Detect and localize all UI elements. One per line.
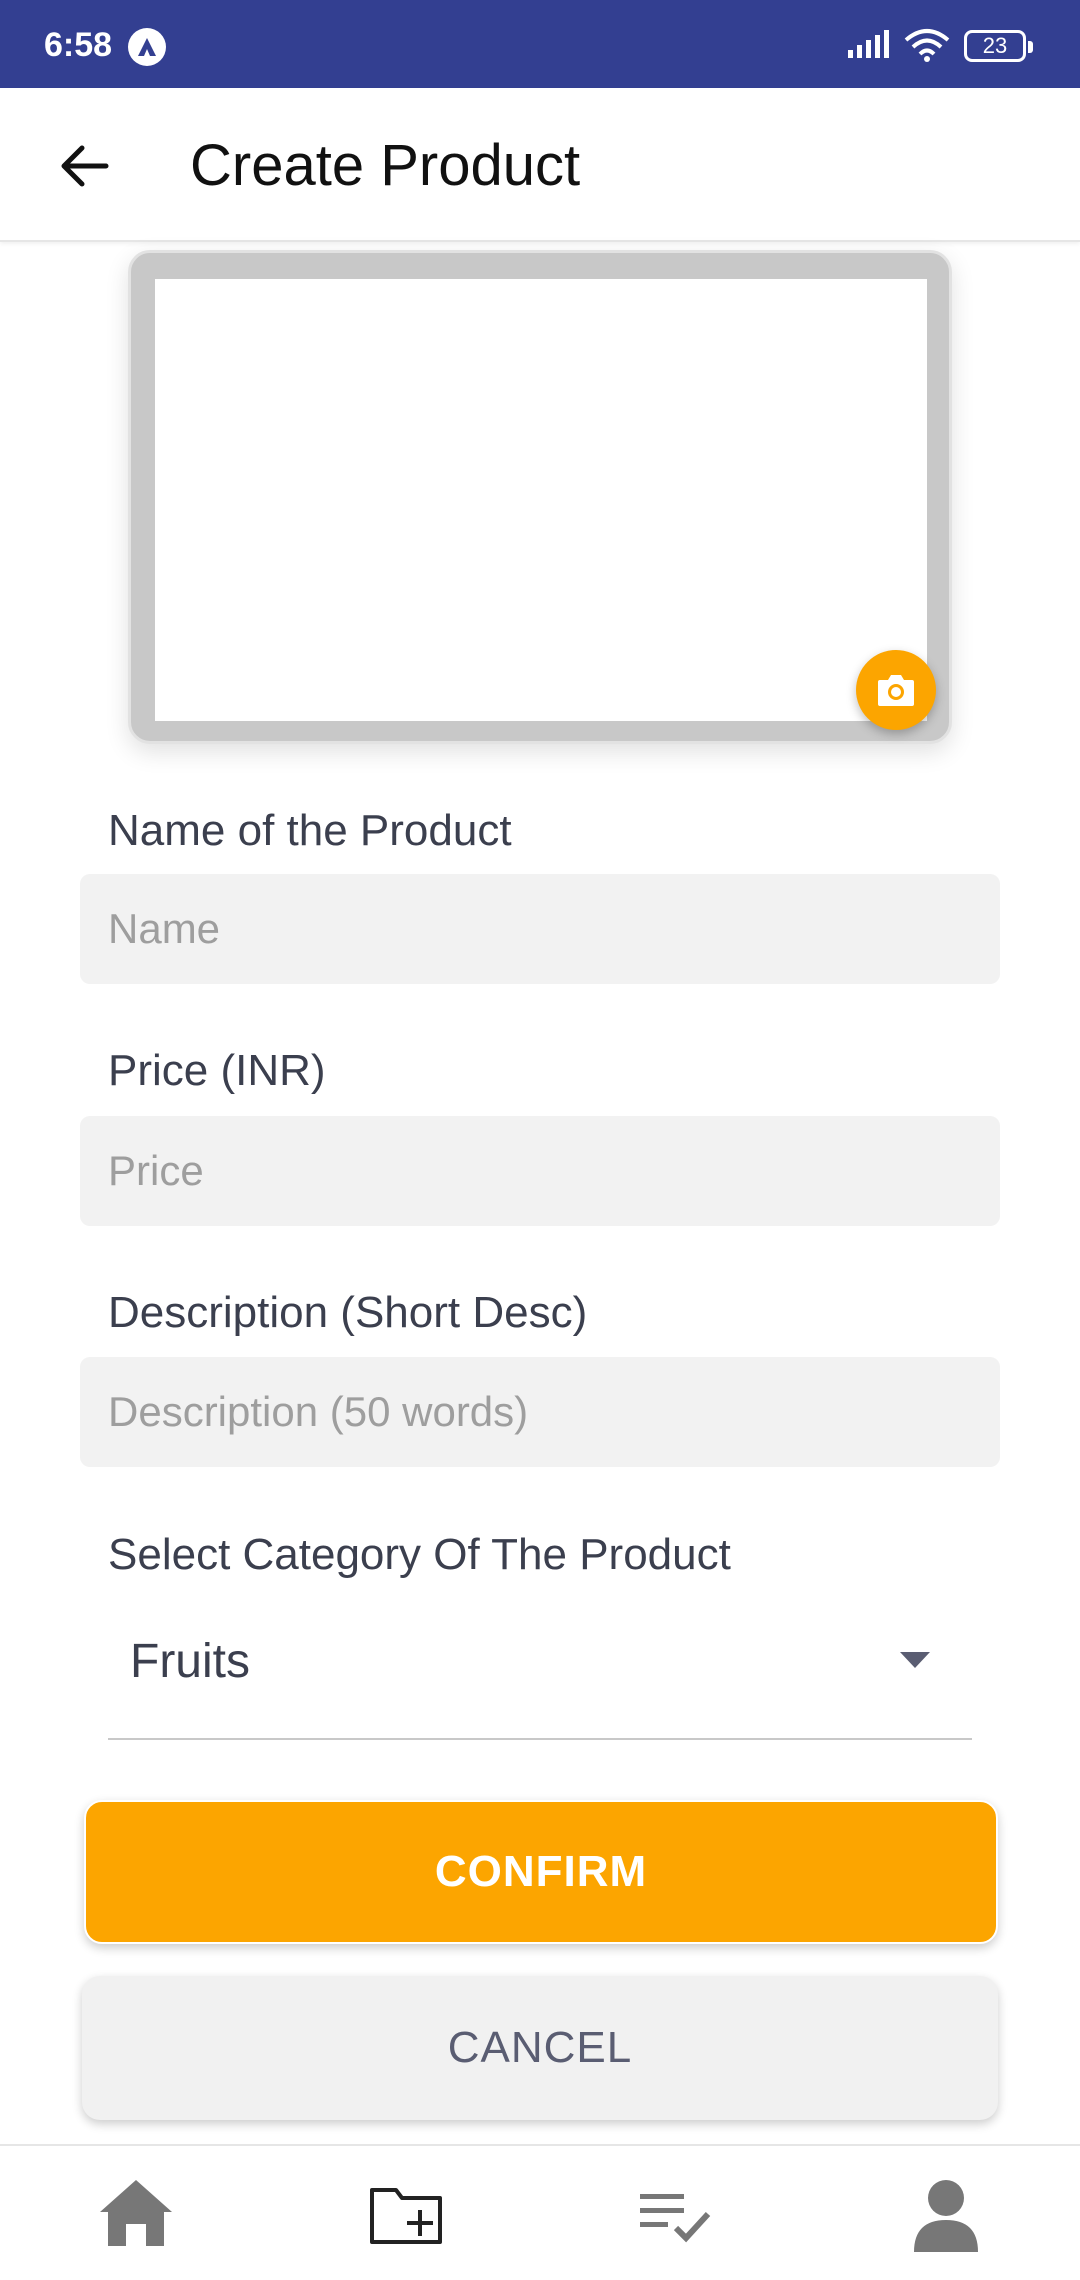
category-label: Select Category Of The Product xyxy=(108,1530,731,1579)
cancel-button[interactable]: CANCEL xyxy=(82,1976,998,2120)
description-label: Description (Short Desc) xyxy=(108,1288,588,1337)
camera-button[interactable] xyxy=(856,650,936,730)
price-input[interactable] xyxy=(80,1116,1000,1226)
description-input[interactable] xyxy=(80,1357,1000,1467)
category-selected-value: Fruits xyxy=(130,1635,250,1688)
product-image-area xyxy=(155,279,927,721)
chevron-down-icon xyxy=(900,1652,930,1673)
category-select[interactable]: Fruits xyxy=(108,1610,972,1740)
status-time: 6:58 xyxy=(44,26,113,64)
back-arrow-icon[interactable] xyxy=(56,138,112,194)
home-icon[interactable] xyxy=(96,2174,176,2254)
app-bar: Create Product xyxy=(0,88,1080,242)
name-label: Name of the Product xyxy=(108,806,512,855)
product-image-frame[interactable] xyxy=(128,250,952,744)
notification-icon xyxy=(128,28,166,66)
list-check-icon[interactable] xyxy=(636,2174,716,2254)
profile-icon[interactable] xyxy=(906,2174,986,2254)
bottom-nav xyxy=(0,2144,1080,2280)
price-label: Price (INR) xyxy=(108,1046,326,1095)
name-input[interactable] xyxy=(80,874,1000,984)
battery-icon: 23 xyxy=(964,30,1033,62)
signal-icon xyxy=(848,30,892,65)
confirm-button[interactable]: CONFIRM xyxy=(84,1800,998,1944)
page-title: Create Product xyxy=(190,133,581,198)
add-folder-icon[interactable] xyxy=(366,2174,446,2254)
wifi-icon xyxy=(904,28,950,67)
camera-icon xyxy=(878,675,914,706)
status-bar: 6:58 23 xyxy=(0,0,1080,88)
